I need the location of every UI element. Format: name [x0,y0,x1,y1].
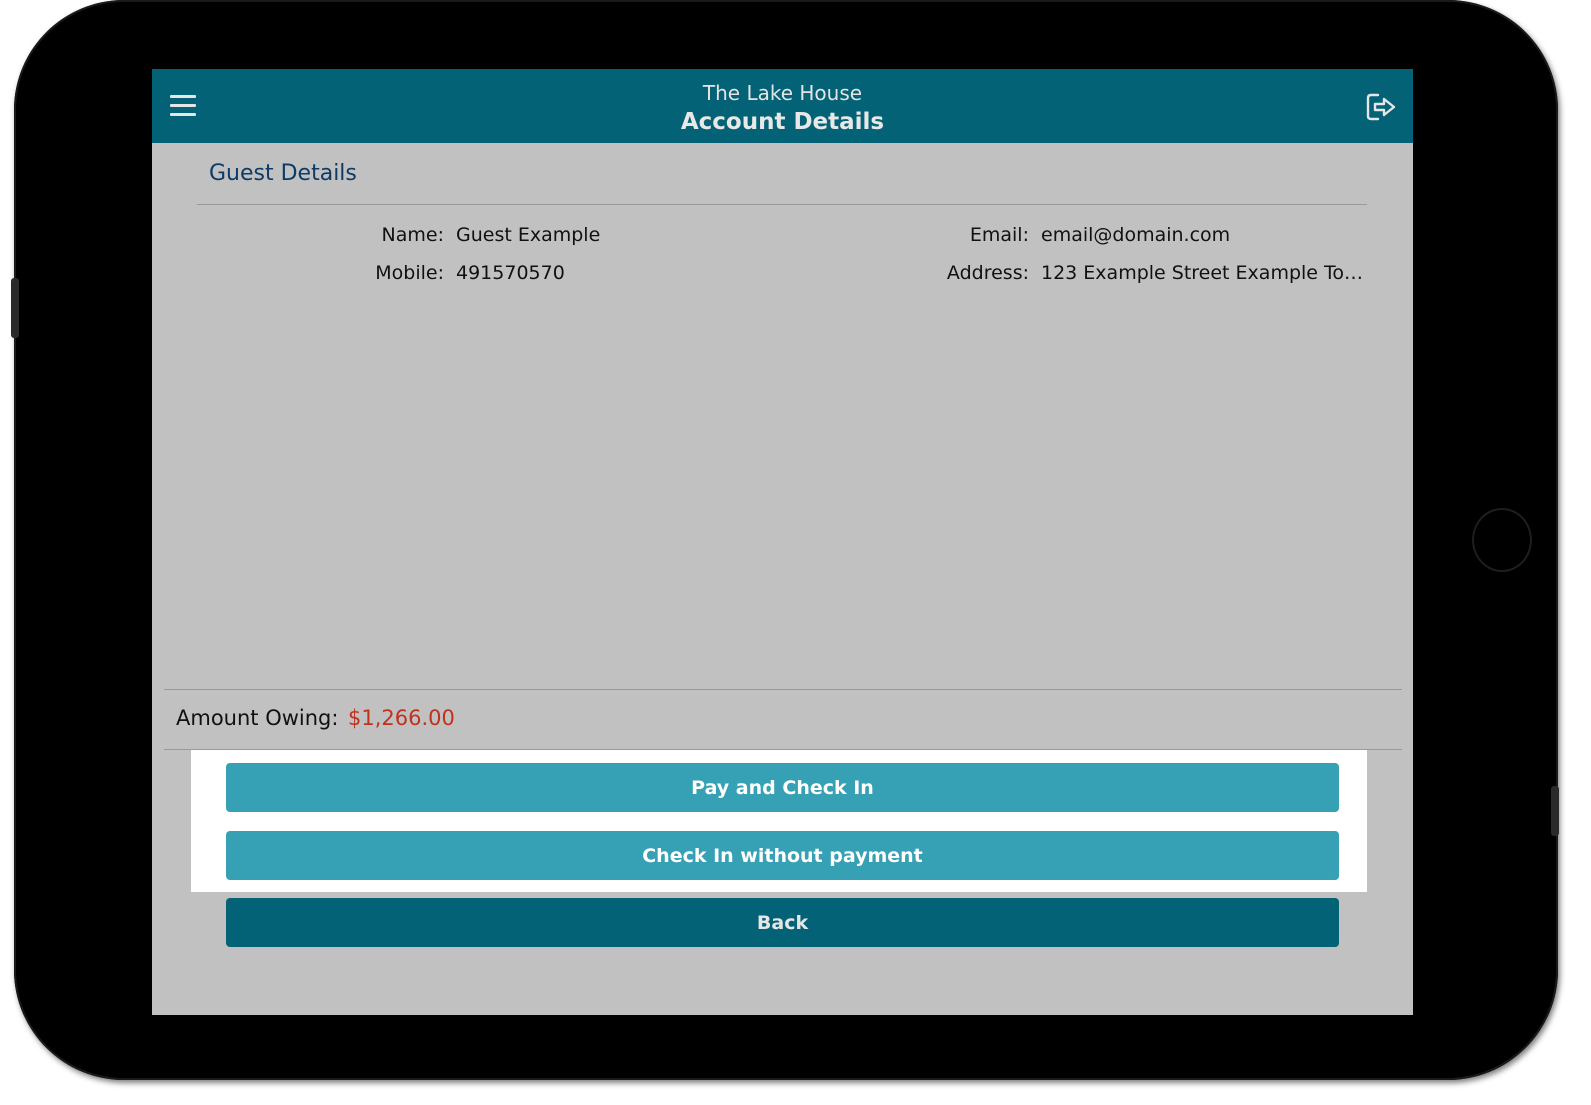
tablet-side-button-right [1551,786,1559,836]
back-button[interactable]: Back [226,898,1339,947]
page-title: Account Details [680,109,885,135]
check-in-without-payment-button[interactable]: Check In without payment [226,831,1339,880]
name-label: Name: [381,224,444,246]
address-value: 123 Example Street Example Tow... [1041,262,1371,284]
guest-details-heading: Guest Details [209,161,357,186]
app-screen: The Lake House Account Details Guest Det… [152,69,1413,1015]
email-label: Email: [969,224,1029,246]
amount-owing-label: Amount Owing: [176,706,339,730]
pay-and-check-in-button[interactable]: Pay and Check In [226,763,1339,812]
app-header: The Lake House Account Details [152,69,1413,143]
mobile-value: 491570570 [456,262,565,284]
amount-owing-value: $1,266.00 [348,706,455,730]
email-value: email@domain.com [1041,224,1231,246]
tablet-home-button [1472,508,1532,572]
venue-name: The Lake House [702,81,863,105]
tablet-side-button-top [11,278,19,338]
name-value: Guest Example [456,224,601,246]
address-label: Address: [946,262,1029,284]
mobile-label: Mobile: [375,262,444,284]
amount-divider-top [164,689,1402,690]
logout-icon[interactable] [1365,91,1399,123]
section-divider [197,204,1367,205]
